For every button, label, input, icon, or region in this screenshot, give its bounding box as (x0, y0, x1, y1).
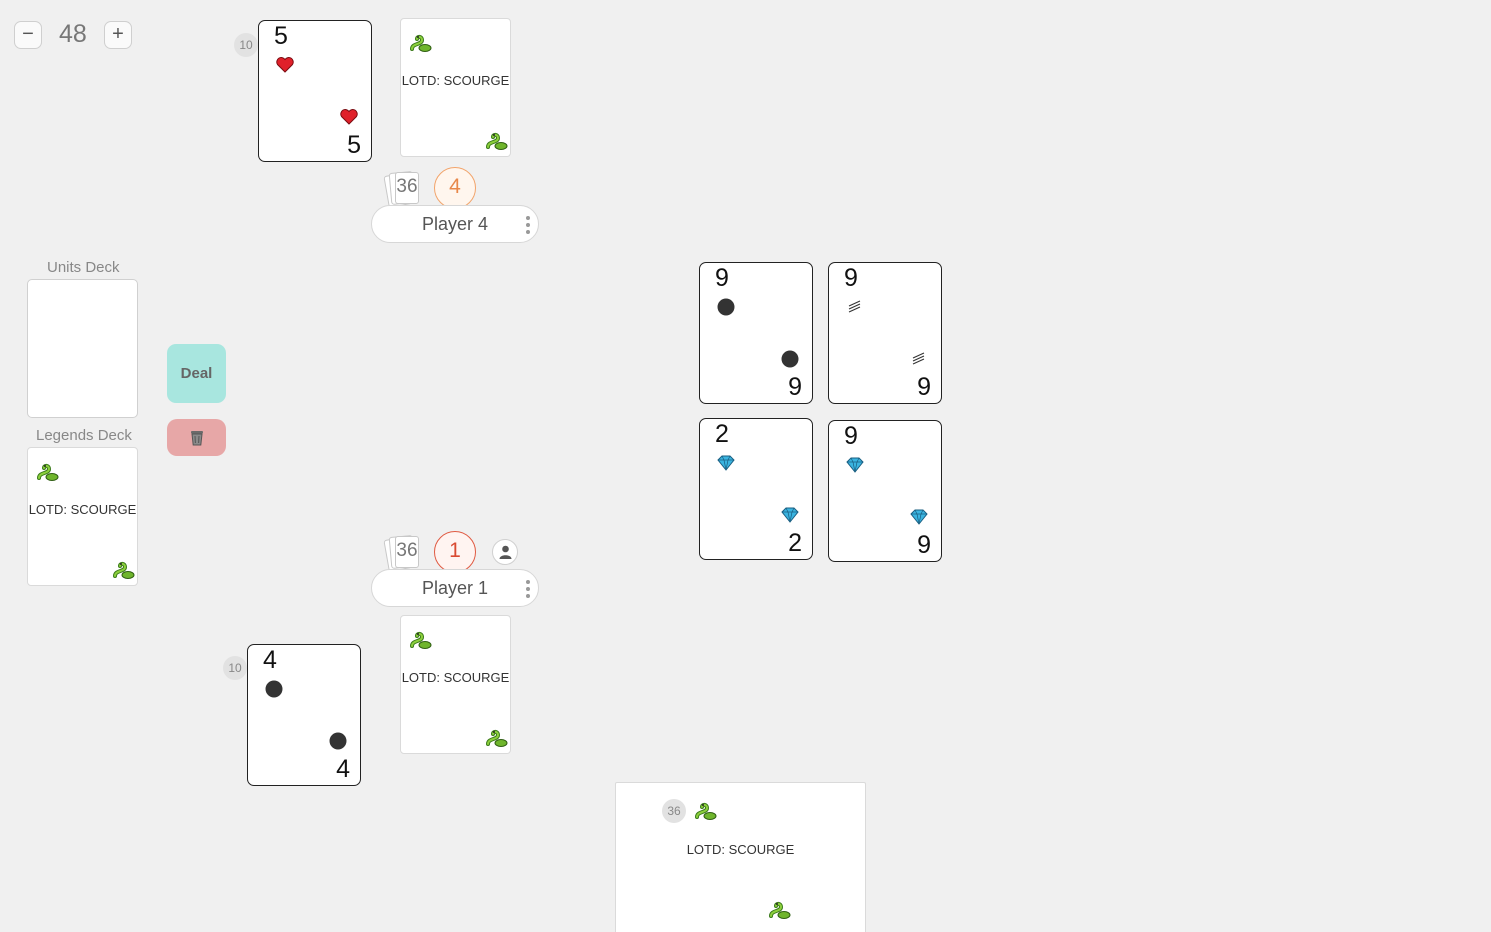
zoom-in-button[interactable]: + (104, 21, 132, 49)
snake-icon (111, 558, 135, 580)
dot-icon (716, 297, 736, 317)
diamond-gem-icon (909, 507, 929, 527)
board-card[interactable]: 9 9 (828, 420, 942, 562)
player-name: Player 1 (421, 578, 489, 598)
player4-number-badge: 4 (434, 167, 476, 209)
snake-icon (408, 628, 432, 650)
card-preview-panel: 36 LOTD: SCOURGE (615, 782, 866, 932)
snake-icon (693, 799, 717, 821)
player1-unit-card[interactable]: 4 4 (247, 644, 361, 786)
player4-legend-card[interactable]: LOTD: SCOURGE (400, 18, 511, 157)
card-rank: 2 (715, 420, 729, 448)
card-rank: 9 (715, 264, 729, 292)
deal-button[interactable]: Deal (167, 344, 226, 403)
zoom-out-button[interactable]: − (14, 21, 42, 49)
legend-card-title: LOTD: SCOURGE (401, 670, 510, 685)
snake-icon (484, 726, 508, 748)
card-rank: 9 (917, 373, 931, 401)
legend-card-title: LOTD: SCOURGE (28, 502, 137, 517)
more-options-icon[interactable] (526, 580, 530, 598)
card-rank: 5 (274, 22, 288, 50)
legend-card-title: LOTD: SCOURGE (401, 73, 510, 88)
deck-count: 36 (396, 540, 418, 561)
legends-deck[interactable]: LOTD: SCOURGE (27, 447, 138, 586)
dot-icon (328, 731, 348, 751)
board-card[interactable]: 2 2 (699, 418, 813, 560)
stripes-icon (909, 349, 929, 369)
user-icon[interactable] (492, 539, 518, 565)
diamond-gem-icon (716, 453, 736, 473)
card-rank: 9 (844, 264, 858, 292)
stripes-icon (845, 297, 865, 317)
hand-count-badge: 10 (223, 656, 247, 680)
player4-unit-card[interactable]: 5 5 (258, 20, 372, 162)
card-rank: 9 (788, 373, 802, 401)
trash-icon (191, 431, 203, 446)
units-deck[interactable] (27, 279, 138, 418)
dot-icon (264, 679, 284, 699)
diamond-gem-icon (780, 505, 800, 525)
snake-icon (35, 460, 59, 482)
card-rank: 5 (347, 131, 361, 159)
more-options-icon[interactable] (526, 216, 530, 234)
heart-icon (275, 55, 295, 75)
card-rank: 9 (917, 531, 931, 559)
player1-number-badge: 1 (434, 531, 476, 573)
zoom-level: 48 (59, 20, 87, 48)
board-card[interactable]: 9 9 (699, 262, 813, 404)
player-name: Player 4 (421, 214, 489, 234)
snake-icon (484, 129, 508, 151)
card-rank: 9 (844, 422, 858, 450)
card-rank: 2 (788, 529, 802, 557)
discard-button[interactable] (167, 419, 226, 456)
player4-deck-stack[interactable]: 36 (383, 170, 424, 210)
card-rank: 4 (263, 646, 277, 674)
preview-card-title: LOTD: SCOURGE (686, 842, 795, 857)
player1-nameplate[interactable]: Player 1 (371, 569, 539, 607)
legends-deck-label: Legends Deck (36, 427, 132, 444)
deck-count: 36 (396, 176, 418, 197)
player1-deck-stack[interactable]: 36 (383, 534, 424, 574)
board-card[interactable]: 9 9 (828, 262, 942, 404)
hand-count-badge: 10 (234, 33, 258, 57)
player4-nameplate[interactable]: Player 4 (371, 205, 539, 243)
card-rank: 4 (336, 755, 350, 783)
dot-icon (780, 349, 800, 369)
heart-icon (339, 107, 359, 127)
diamond-gem-icon (845, 455, 865, 475)
preview-count-badge: 36 (662, 799, 686, 823)
player1-legend-card[interactable]: LOTD: SCOURGE (400, 615, 511, 754)
units-deck-label: Units Deck (47, 259, 120, 276)
snake-icon (767, 898, 791, 920)
snake-icon (408, 31, 432, 53)
